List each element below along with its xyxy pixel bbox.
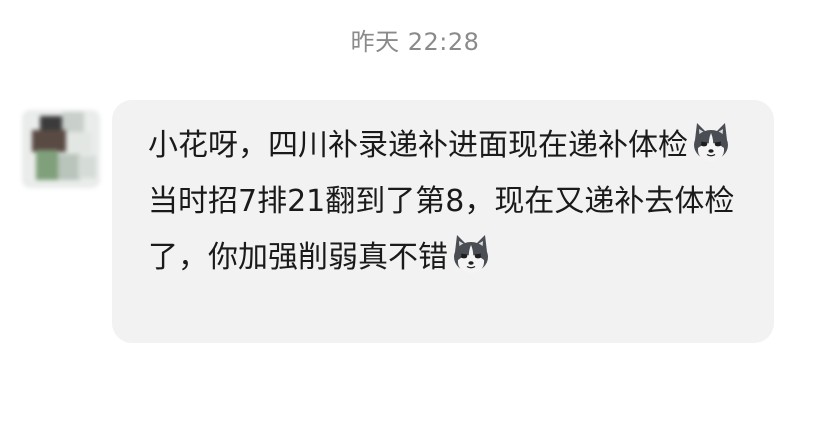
message-text-part-2: 当时招7排21翻到了第8，现在又递补去体检了，你加强削弱真不错 (148, 184, 735, 275)
chat-area: 昨天 22:28 小花呀，四川补录递补进面现在递补体检 当时招7排21翻到了第8… (0, 0, 830, 430)
message-text-part-1: 小花呀，四川补录递补进面现在递补体检 (148, 128, 688, 163)
message-bubble[interactable]: 小花呀，四川补录递补进面现在递补体检 当时招7排21翻到了第8，现在又递补去体检… (112, 100, 774, 343)
message-timestamp: 昨天 22:28 (350, 28, 480, 56)
message-text: 小花呀，四川补录递补进面现在递补体检 当时招7排21翻到了第8，现在又递补去体检… (148, 118, 748, 286)
husky-dog-emoji-icon (449, 232, 493, 276)
avatar[interactable] (22, 110, 100, 188)
husky-dog-emoji-icon (689, 120, 733, 164)
